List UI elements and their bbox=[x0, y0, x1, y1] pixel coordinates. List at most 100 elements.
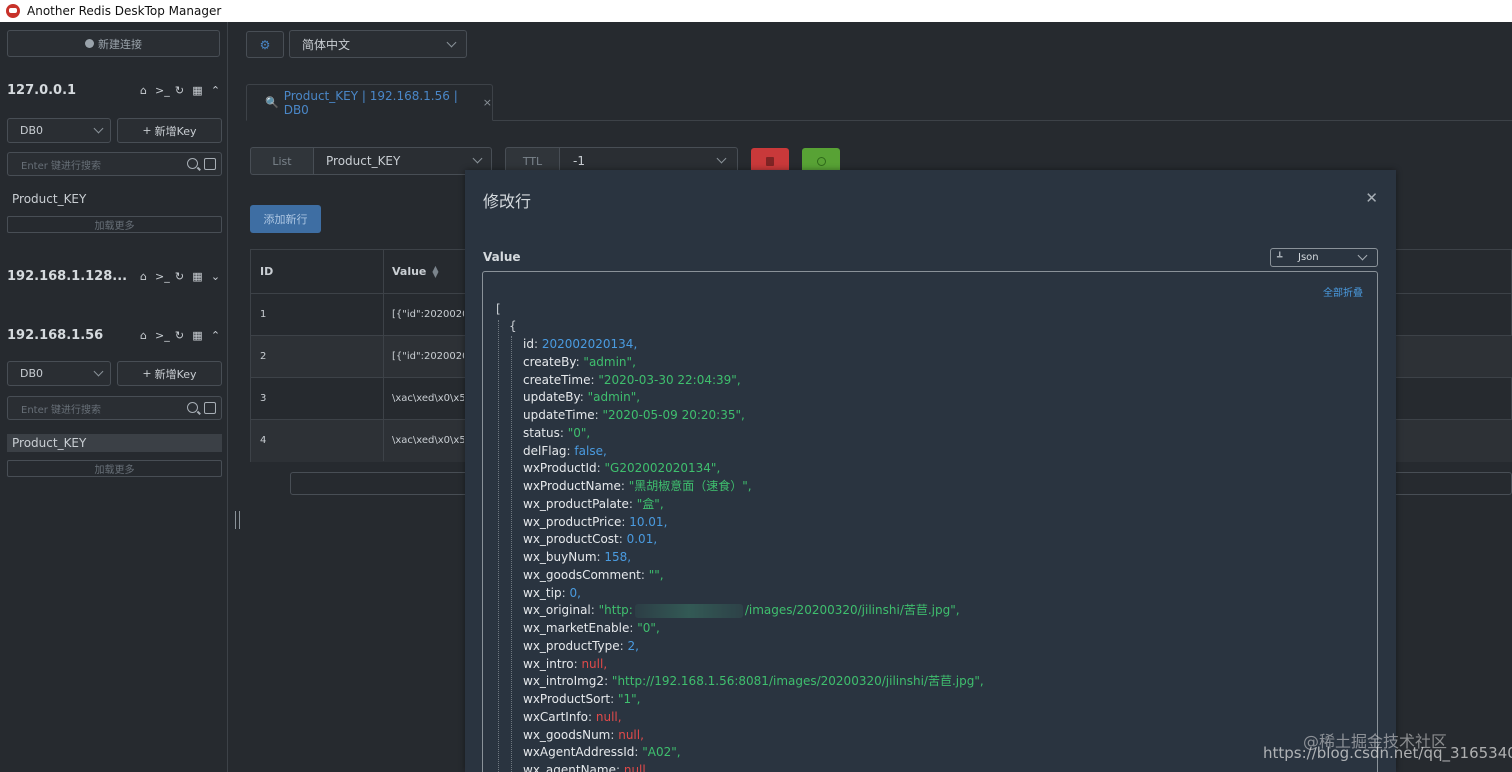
collapse-all-link[interactable]: 全部折叠 bbox=[1323, 284, 1363, 299]
connection-header[interactable]: 192.168.1.128... ⌂ >_ ↻ ▦ ⌄ bbox=[7, 266, 222, 286]
home-icon[interactable]: ⌂ bbox=[137, 329, 150, 342]
json-value: "admin" bbox=[583, 354, 633, 369]
json-key: wxCartInfo bbox=[523, 709, 588, 724]
grid-icon[interactable]: ▦ bbox=[191, 329, 204, 342]
terminal-icon[interactable]: >_ bbox=[155, 270, 170, 283]
row-id: 3 bbox=[251, 378, 384, 419]
json-value: "2020-05-09 20:20:35" bbox=[602, 408, 742, 422]
json-key: wx_introImg2 bbox=[523, 674, 605, 689]
json-key: createBy bbox=[523, 354, 576, 369]
add-key-button[interactable]: + 新增Key bbox=[117, 118, 222, 143]
tab-product-key[interactable]: 🔍 Product_KEY | 192.168.1.56 | DB0 × bbox=[246, 84, 493, 121]
json-line: wxAgentAddressId: "A02", bbox=[523, 745, 681, 760]
check-icon[interactable] bbox=[716, 153, 727, 164]
exact-search-checkbox[interactable] bbox=[204, 402, 216, 414]
json-line: wx_buyNum: 158, bbox=[523, 550, 632, 564]
json-key: createTime bbox=[523, 372, 591, 387]
grid-icon[interactable]: ▦ bbox=[191, 84, 204, 97]
connection-header[interactable]: 192.168.1.56 ⌂ >_ ↻ ▦ ⌃ bbox=[7, 325, 222, 345]
check-icon[interactable] bbox=[472, 153, 483, 164]
json-line: wx_productPrice: 10.01, bbox=[523, 514, 668, 529]
refresh-icon[interactable]: ↻ bbox=[173, 329, 186, 342]
close-icon[interactable]: ✕ bbox=[1365, 189, 1378, 207]
key-list-item-selected[interactable]: Product_KEY bbox=[7, 434, 222, 452]
refresh-icon[interactable]: ↻ bbox=[173, 84, 186, 97]
indent-guide bbox=[511, 336, 512, 772]
search-icon[interactable] bbox=[187, 158, 198, 169]
connection-header[interactable]: 127.0.0.1 ⌂ >_ ↻ ▦ ⌃ bbox=[7, 80, 222, 100]
key-search-input[interactable]: Enter 键进行搜索 bbox=[7, 396, 222, 420]
json-line: wx_agentName: null, bbox=[523, 762, 650, 772]
key-type-label: List bbox=[250, 147, 313, 175]
value-label: Value bbox=[483, 250, 521, 264]
key-name-value: Product_KEY bbox=[326, 154, 401, 168]
exact-search-checkbox[interactable] bbox=[204, 158, 216, 170]
db-select[interactable]: DB0 bbox=[7, 118, 111, 143]
edit-row-dialog: 修改行 ✕ Value ┻ Json 全部折叠 [ { id: 20200202… bbox=[465, 170, 1396, 772]
connection-name: 127.0.0.1 bbox=[7, 82, 77, 98]
row-id: 2 bbox=[251, 336, 384, 377]
search-icon[interactable] bbox=[187, 402, 198, 413]
language-select[interactable]: 简体中文 bbox=[289, 30, 467, 58]
json-value: "0" bbox=[567, 425, 587, 440]
new-connection-button[interactable]: 新建连接 bbox=[7, 30, 220, 57]
chevron-down-icon bbox=[446, 37, 457, 48]
json-key: delFlag bbox=[523, 443, 567, 458]
home-icon[interactable]: ⌂ bbox=[137, 84, 150, 97]
json-line: wx_goodsNum: null, bbox=[523, 727, 644, 742]
json-key: wxAgentAddressId bbox=[523, 745, 635, 760]
json-key: wx_goodsNum bbox=[523, 727, 611, 742]
chevron-up-icon[interactable]: ⌃ bbox=[209, 84, 222, 97]
gear-icon: ⚙ bbox=[259, 37, 271, 52]
column-header-id[interactable]: ID bbox=[251, 250, 384, 294]
json-value: "黑胡椒意面（速食）" bbox=[628, 479, 748, 493]
terminal-icon[interactable]: >_ bbox=[155, 329, 170, 342]
sort-icon[interactable]: ▲ ▼ bbox=[432, 264, 438, 278]
json-line: wx_original: "http:/images/20200320/jili… bbox=[523, 603, 960, 618]
add-key-button[interactable]: + 新增Key bbox=[117, 361, 222, 386]
json-value: "G202002020134" bbox=[604, 461, 717, 476]
json-line: wxCartInfo: null, bbox=[523, 709, 622, 724]
chevron-down-icon[interactable]: ⌄ bbox=[209, 270, 222, 283]
add-row-button[interactable]: 添加新行 bbox=[250, 205, 321, 233]
json-key: wxProductId bbox=[523, 461, 597, 476]
grid-icon[interactable]: ▦ bbox=[191, 270, 204, 283]
json-key: updateTime bbox=[523, 408, 595, 422]
json-line: wx_introImg2: "http://192.168.1.56:8081/… bbox=[523, 674, 984, 689]
chevron-up-icon[interactable]: ⌃ bbox=[209, 329, 222, 342]
json-value: false bbox=[574, 443, 603, 458]
json-value: null bbox=[595, 709, 618, 724]
refresh-icon[interactable]: ↻ bbox=[173, 270, 186, 283]
key-search-input[interactable]: Enter 键进行搜索 bbox=[7, 152, 222, 176]
json-line: wx_intro: null, bbox=[523, 656, 608, 671]
json-line: status: "0", bbox=[523, 425, 591, 440]
search-placeholder: Enter 键进行搜索 bbox=[21, 404, 102, 416]
search-placeholder: Enter 键进行搜索 bbox=[21, 160, 102, 172]
json-value: "盒" bbox=[636, 496, 660, 511]
json-key: id bbox=[523, 337, 534, 351]
load-more-button[interactable]: 加载更多 bbox=[7, 216, 222, 233]
json-line: updateTime: "2020-05-09 20:20:35", bbox=[523, 408, 745, 422]
db-select-value: DB0 bbox=[20, 367, 44, 380]
json-viewer[interactable]: 全部折叠 [ { id: 202002020134, createBy: "adm… bbox=[482, 271, 1378, 772]
json-key: wx_productPrice bbox=[523, 514, 622, 529]
chevron-down-icon bbox=[1357, 250, 1368, 261]
tab-label: Product_KEY | 192.168.1.56 | DB0 bbox=[283, 88, 458, 117]
json-line: wx_productPalate: "盒", bbox=[523, 496, 664, 511]
terminal-icon[interactable]: >_ bbox=[155, 84, 170, 97]
key-name: Product_KEY bbox=[12, 436, 87, 450]
json-value: 0 bbox=[569, 585, 578, 600]
db-select[interactable]: DB0 bbox=[7, 361, 111, 386]
home-icon[interactable]: ⌂ bbox=[137, 270, 150, 283]
row-id: 4 bbox=[251, 420, 384, 461]
settings-button[interactable]: ⚙ bbox=[246, 31, 284, 58]
json-key: wxProductSort bbox=[523, 692, 611, 706]
format-select[interactable]: ┻ Json bbox=[1270, 248, 1378, 267]
close-icon[interactable]: × bbox=[483, 96, 492, 109]
ttl-label-text: TTL bbox=[522, 154, 543, 168]
load-more-button[interactable]: 加载更多 bbox=[7, 460, 222, 477]
json-value: "http: bbox=[598, 603, 633, 618]
redacted-region bbox=[634, 603, 743, 618]
key-list-item[interactable]: Product_KEY bbox=[7, 190, 222, 208]
indent-guide bbox=[498, 320, 499, 772]
